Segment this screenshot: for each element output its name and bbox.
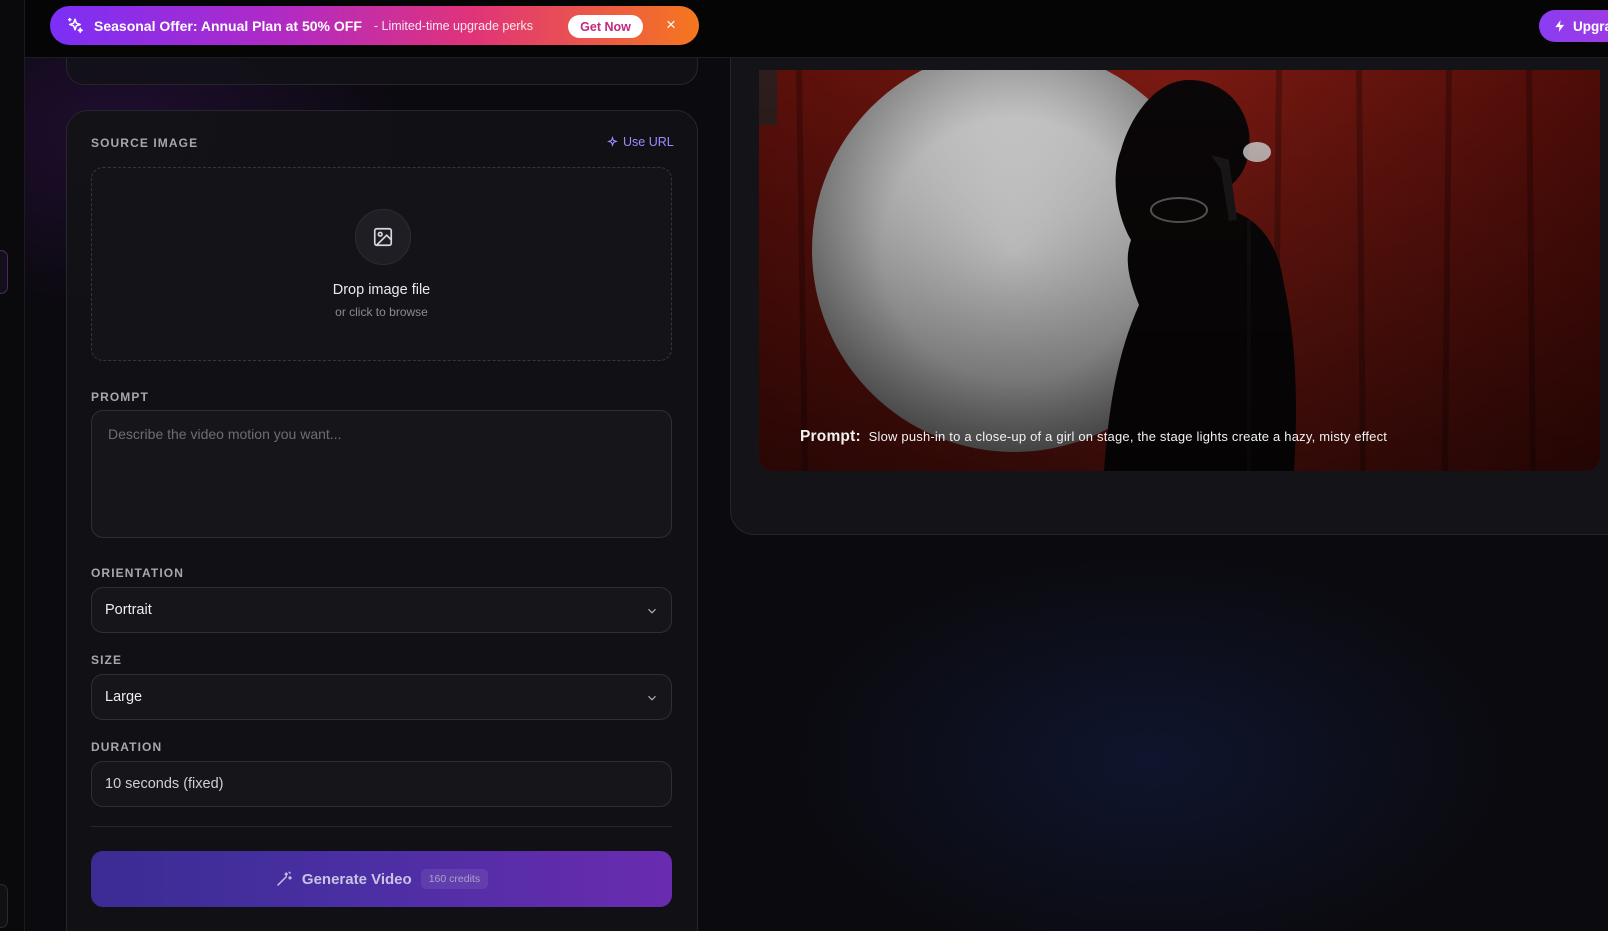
use-url-link[interactable]: Use URL	[606, 135, 674, 149]
left-rail	[0, 0, 25, 931]
dropzone-title: Drop image file	[332, 282, 431, 298]
duration-value: 10 seconds (fixed)	[105, 776, 224, 792]
source-image-label: SOURCE IMAGE	[91, 136, 199, 150]
chevron-down-icon	[648, 608, 656, 614]
close-icon[interactable]: ×	[661, 15, 681, 35]
magic-wand-icon	[277, 871, 292, 886]
example-video[interactable]: Prompt: Slow push-in to a close-up of a …	[759, 70, 1600, 471]
duration-label: DURATION	[91, 740, 163, 754]
orientation-value: Portrait	[105, 602, 152, 618]
previous-panel-edge	[66, 58, 698, 85]
caption-prompt-text: Slow push-in to a close-up of a girl on …	[868, 429, 1388, 444]
size-value: Large	[105, 689, 143, 705]
sidebar-toggle-tab[interactable]	[0, 250, 8, 294]
form-divider	[91, 826, 672, 827]
orientation-select[interactable]: Portrait	[91, 587, 672, 633]
image-dropzone[interactable]: Drop image file or click to browse	[91, 167, 672, 361]
orientation-label: ORIENTATION	[91, 566, 184, 580]
dropzone-subtitle: or click to browse	[335, 305, 428, 319]
generate-video-button[interactable]: Generate Video 160 credits	[91, 851, 672, 907]
duration-field: 10 seconds (fixed)	[91, 761, 672, 807]
upgrade-button[interactable]: Upgra	[1539, 10, 1608, 42]
sparkle-icon	[66, 17, 84, 35]
promo-banner[interactable]: Seasonal Offer: Annual Plan at 50% OFF -…	[50, 6, 699, 45]
promo-title: Seasonal Offer: Annual Plan at 50% OFF	[94, 17, 362, 34]
prompt-input[interactable]	[91, 410, 672, 538]
stage-singer-image	[759, 70, 1600, 471]
example-prompt-caption: Prompt: Slow push-in to a close-up of a …	[800, 428, 1387, 446]
size-label: SIZE	[91, 653, 123, 667]
sidebar-bottom-tab[interactable]	[0, 884, 8, 928]
chevron-down-icon	[648, 695, 656, 701]
prompt-label: PROMPT	[91, 390, 149, 404]
caption-prompt-label: Prompt:	[800, 428, 861, 445]
sparkle-icon	[607, 135, 618, 147]
use-url-label: Use URL	[623, 135, 674, 149]
promo-subtitle: - Limited-time upgrade perks	[373, 18, 533, 33]
image-icon	[355, 209, 411, 265]
credits-badge: 160 credits	[420, 869, 489, 889]
lightning-icon	[1555, 20, 1565, 32]
generate-video-label: Generate Video	[301, 870, 412, 888]
get-now-button[interactable]: Get Now	[568, 15, 643, 38]
upgrade-label: Upgra	[1573, 18, 1608, 34]
size-select[interactable]: Large	[91, 674, 672, 720]
